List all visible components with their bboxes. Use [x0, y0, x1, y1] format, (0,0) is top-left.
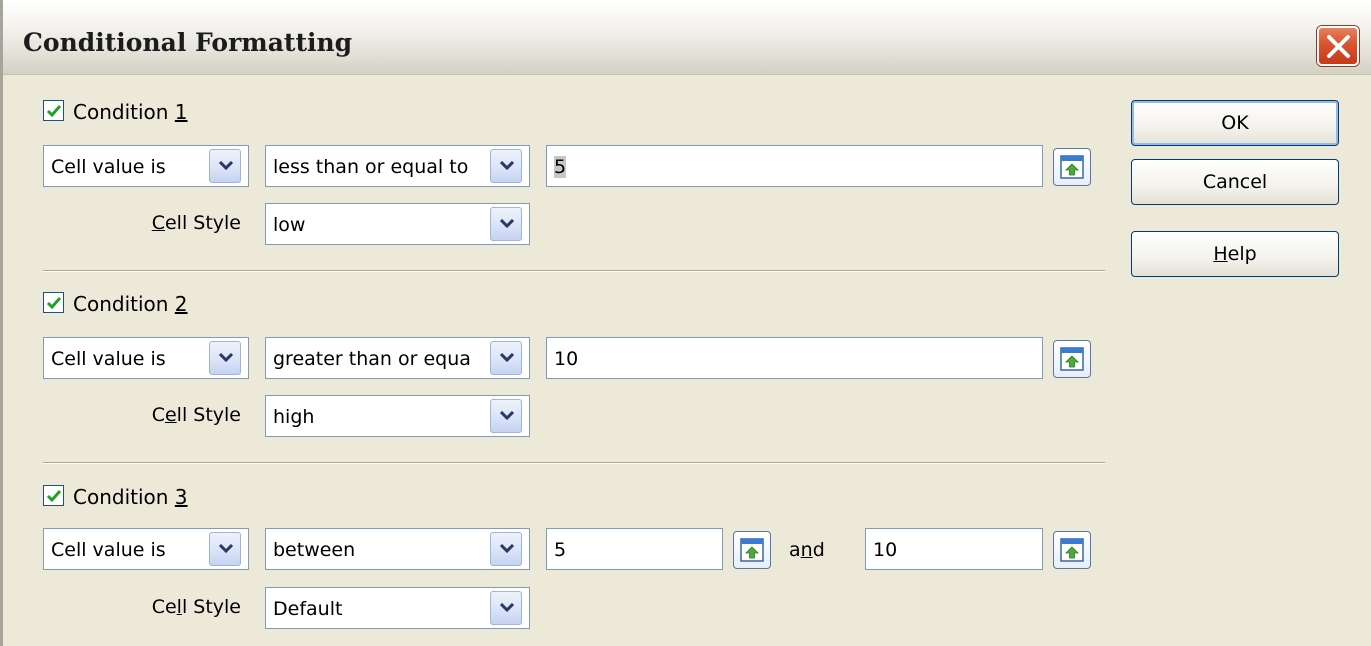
condition-2-label: Condition 2 [73, 292, 188, 316]
condition-2-shrink-button[interactable] [1053, 340, 1091, 378]
chevron-down-icon [219, 161, 233, 171]
condition-3-label: Condition 3 [73, 485, 188, 509]
condition-3-operator-select[interactable]: between [265, 528, 530, 570]
input-value: 10 [554, 348, 579, 370]
chevron-down-icon [500, 161, 514, 171]
shrink-dialog-icon [740, 538, 764, 562]
chevron-down-icon [219, 353, 233, 363]
chevron-down-icon [219, 544, 233, 554]
condition-1-operator-select[interactable]: less than or equal to [265, 145, 530, 187]
condition-3-cell-style-label: Cell Style [151, 596, 241, 618]
condition-2-cell-style-select[interactable]: high [265, 395, 530, 437]
condition-2-operand-select[interactable]: Cell value is [43, 337, 249, 379]
condition-2-checkbox[interactable] [43, 292, 64, 313]
condition-1-value-input[interactable]: 5 [546, 145, 1043, 187]
close-button[interactable] [1317, 26, 1359, 66]
separator [43, 462, 1105, 464]
condition-3-style-dropdown-button[interactable] [490, 591, 522, 625]
help-mnemonic: H [1213, 243, 1228, 265]
chevron-down-icon [500, 603, 514, 613]
condition-3-value1-input[interactable]: 5 [546, 528, 723, 570]
select-value: Cell value is [51, 348, 166, 370]
condition-3-operator-dropdown-button[interactable] [490, 532, 522, 566]
condition-3-value2-input[interactable]: 10 [865, 528, 1043, 570]
condition-3-cell-style-select[interactable]: Default [265, 587, 530, 629]
ok-button[interactable]: OK [1131, 100, 1339, 146]
shrink-dialog-icon [1060, 347, 1084, 371]
condition-1-style-dropdown-button[interactable] [490, 207, 522, 241]
condition-3-value1-shrink-button[interactable] [733, 531, 771, 569]
condition-1-checkbox[interactable] [43, 100, 64, 121]
checkmark-icon [46, 105, 62, 118]
conditional-formatting-dialog: Conditional Formatting Condition 1 Cell … [0, 0, 1371, 646]
select-value: Default [273, 598, 343, 620]
condition-1-operand-select[interactable]: Cell value is [43, 145, 249, 187]
help-label: elp [1227, 243, 1257, 265]
condition-1-cell-style-label: Cell Style [151, 212, 241, 234]
condition-3-checkbox[interactable] [43, 485, 64, 506]
condition-1-shrink-button[interactable] [1053, 148, 1091, 186]
chevron-down-icon [500, 219, 514, 229]
condition-3-operand-dropdown-button[interactable] [209, 532, 241, 566]
checkmark-icon [46, 297, 62, 310]
condition-2-style-dropdown-button[interactable] [490, 399, 522, 433]
title-bar[interactable]: Conditional Formatting [3, 0, 1371, 75]
cancel-button[interactable]: Cancel [1131, 159, 1339, 205]
condition-2-cell-style-label: Cell Style [151, 404, 241, 426]
help-button[interactable]: Help [1131, 231, 1339, 277]
condition-2-value-input[interactable]: 10 [546, 337, 1043, 379]
select-value: low [273, 214, 306, 236]
condition-1-label: Condition 1 [73, 100, 188, 124]
select-value: Cell value is [51, 156, 166, 178]
chevron-down-icon [500, 411, 514, 421]
input-value: 10 [873, 539, 898, 561]
separator [43, 270, 1105, 272]
select-value: Cell value is [51, 539, 166, 561]
condition-1-cell-style-select[interactable]: low [265, 203, 530, 245]
select-value: greater than or equa [273, 348, 471, 370]
condition-3-value2-shrink-button[interactable] [1053, 531, 1091, 569]
input-value: 5 [554, 156, 567, 178]
condition-2-operand-dropdown-button[interactable] [209, 341, 241, 375]
dialog-title: Conditional Formatting [23, 28, 353, 57]
chevron-down-icon [500, 353, 514, 363]
select-value: between [273, 539, 356, 561]
condition-3-operand-select[interactable]: Cell value is [43, 528, 249, 570]
and-label: and [789, 539, 825, 561]
select-value: less than or equal to [273, 156, 469, 178]
chevron-down-icon [500, 544, 514, 554]
checkmark-icon [46, 490, 62, 503]
condition-1-operand-dropdown-button[interactable] [209, 149, 241, 183]
shrink-dialog-icon [1060, 155, 1084, 179]
select-value: high [273, 406, 315, 428]
condition-2-operator-dropdown-button[interactable] [490, 341, 522, 375]
condition-1-operator-dropdown-button[interactable] [490, 149, 522, 183]
condition-2-operator-select[interactable]: greater than or equa [265, 337, 530, 379]
input-value: 5 [554, 539, 567, 561]
close-icon [1327, 35, 1350, 58]
shrink-dialog-icon [1060, 538, 1084, 562]
